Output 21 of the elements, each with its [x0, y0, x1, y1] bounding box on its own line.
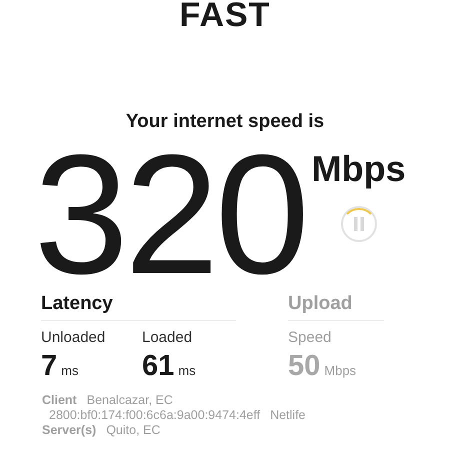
section-title: Latency [41, 293, 236, 321]
client-label: Client [42, 393, 77, 408]
speed-unit: Mbps [312, 149, 406, 189]
server-label: Server(s) [42, 423, 96, 438]
metric-value: 7 [41, 350, 58, 383]
client-location: Benalcazar, EC [86, 393, 173, 408]
metric-value: 50 [288, 350, 320, 383]
client-isp: Netlife [270, 408, 306, 423]
pause-button[interactable] [340, 205, 378, 243]
server-location: Quito, EC [106, 423, 160, 438]
client-ip: 2800:bf0:174:f00:6c6a:9a00:9474:4eff [49, 408, 260, 423]
logo: FAST [180, 0, 270, 30]
metric-value: 61 [142, 350, 174, 383]
metric-unit: ms [178, 363, 196, 378]
headline: Your internet speed is [126, 111, 324, 133]
metric-label: Unloaded [41, 329, 106, 346]
metric-label: Speed [288, 329, 332, 346]
metric-unit: Mbps [324, 363, 356, 378]
section-title: Upload [288, 293, 384, 321]
metric-label: Loaded [142, 329, 194, 346]
metric-unit: ms [61, 363, 78, 378]
